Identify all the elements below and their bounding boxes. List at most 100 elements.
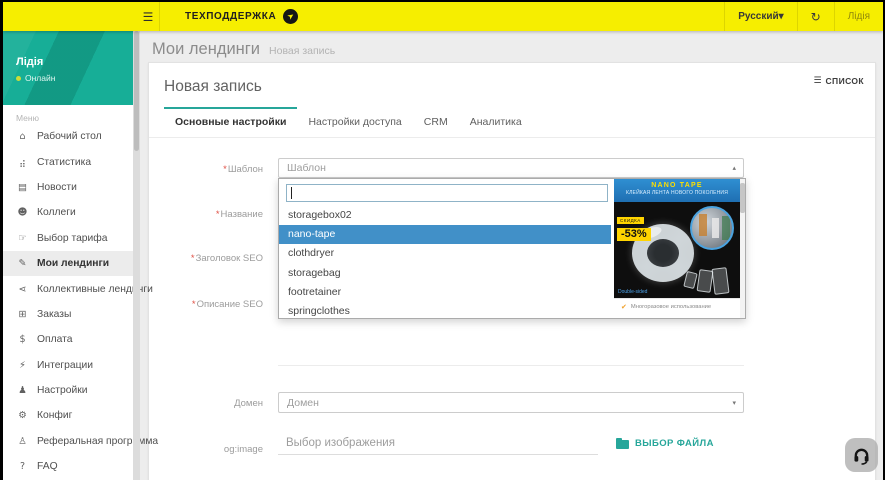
sidebar-item-config[interactable]: ⚙ Конфиг [3, 403, 133, 428]
text-caret [291, 187, 292, 199]
preview-header: NANO TAPE КЛЕЙКАЯ ЛЕНТА НОВОГО ПОКОЛЕНИЯ [614, 179, 740, 202]
sidebar-item-collective-landings[interactable]: ⋖ Коллективные лендинги [3, 276, 153, 301]
tab-crm[interactable]: CRM [413, 107, 459, 137]
sidebar-item-orders[interactable]: ⊞ Заказы [3, 302, 133, 327]
content-area: Мои лендинги Новая запись Новая запись ☰… [140, 31, 883, 480]
template-field-label: *Шаблон [223, 164, 263, 175]
tab-access-settings[interactable]: Настройки доступа [297, 107, 412, 137]
sidebar-item-dashboard[interactable]: ⌂ Рабочий стол [3, 124, 133, 149]
list-icon: ☰ [813, 76, 822, 86]
gear-icon: ⚙ [18, 410, 27, 422]
tab-bar: Основные настройки Настройки доступа CRM… [149, 107, 875, 138]
hamburger-icon: ☰ [142, 9, 154, 24]
page-title: Мои лендинги [152, 40, 261, 58]
top-bar: Русский ▾ ↻ Лідія [3, 2, 883, 31]
support-chat-widget[interactable] [845, 438, 878, 472]
field-underline [278, 365, 744, 366]
template-search-input[interactable] [286, 184, 608, 202]
sidebar-item-news[interactable]: ▤ Новости [3, 175, 133, 200]
preview-feature-text: Многоразовое использование [630, 304, 712, 310]
hand-pointer-icon: ☞ [18, 232, 27, 244]
topbar-username: Лідія [847, 11, 870, 22]
cart-icon: ⊞ [18, 308, 27, 320]
domain-field-label: Домен [234, 398, 263, 409]
topbar-divider [159, 2, 160, 31]
pencil-icon: ✎ [18, 258, 27, 270]
new-record-card: Новая запись ☰ СПИСОК Основные настройки… [148, 62, 876, 480]
refresh-icon: ↻ [810, 9, 821, 24]
sidebar-user-block: Лідія Онлайн [3, 31, 133, 105]
people-icon: ☻ [17, 207, 28, 219]
dashboard-icon: ⌂ [19, 131, 26, 143]
sidebar-item-faq[interactable]: ? FAQ [3, 454, 133, 479]
language-selector[interactable]: Русский ▾ [724, 2, 796, 31]
template-preview-image: NANO TAPE КЛЕЙКАЯ ЛЕНТА НОВОГО ПОКОЛЕНИЯ… [614, 179, 740, 315]
check-icon: ✔ [621, 303, 627, 311]
sidebar-item-colleagues[interactable]: ☻ Коллеги [3, 200, 133, 225]
chevron-down-icon: ▾ [778, 11, 784, 22]
news-icon: ▤ [18, 181, 27, 193]
discount-badge: СКИДКА -53% [617, 209, 651, 241]
template-options-list: storagebox02 nano-tape clothdryer storag… [279, 206, 611, 318]
sidebar: Лідія Онлайн Меню ⌂ Рабочий стол ⣴ Статист… [3, 31, 158, 480]
option-footretainer[interactable]: footretainer [279, 283, 611, 302]
og-image-input[interactable]: Выбор изображения [286, 437, 395, 449]
sidebar-item-integrations[interactable]: ⚡ Интеграции [3, 353, 133, 378]
topbar-user[interactable]: Лідія [833, 2, 883, 31]
option-storagebag[interactable]: storagebag [279, 264, 611, 283]
headset-icon [854, 448, 869, 465]
og-image-input-underline [278, 454, 598, 455]
og-image-field-label: og:image [223, 444, 263, 455]
online-status-label: Онлайн [25, 73, 56, 83]
sidebar-item-my-landings[interactable]: ✎ Мои лендинги [3, 250, 133, 277]
support-button[interactable]: ТЕХПОДДЕРЖКА ➤ [173, 2, 310, 31]
refresh-button[interactable]: ↻ [796, 2, 834, 31]
sidebar-scrollbar[interactable] [133, 31, 140, 480]
seo-description-field-label: *Описание SEO [191, 299, 263, 310]
seo-title-field-label: *Заголовок SEO [190, 253, 263, 264]
menu-section-label: Меню [16, 113, 39, 123]
option-clothdryer[interactable]: clothdryer [279, 244, 611, 263]
sidebar-toggle-button[interactable]: ☰ [137, 2, 159, 31]
choose-file-button[interactable]: ВЫБОР ФАЙЛА [616, 438, 714, 449]
option-nano-tape[interactable]: nano-tape [279, 225, 611, 245]
preview-inset-photo [690, 206, 734, 250]
support-label: ТЕХПОДДЕРЖКА [185, 11, 277, 22]
template-select[interactable]: Шаблон ▴ [278, 158, 744, 178]
domain-select[interactable]: Домен ▾ [278, 392, 744, 413]
sidebar-scrollbar-thumb[interactable] [134, 31, 139, 151]
question-icon: ? [19, 461, 26, 473]
sidebar-item-tariff[interactable]: ☞ Выбор тарифа [3, 226, 133, 251]
dropdown-scrollbar-thumb[interactable] [740, 183, 745, 213]
dollar-icon: $ [19, 334, 26, 346]
option-springclothes[interactable]: springclothes [279, 302, 611, 318]
telegram-icon: ➤ [283, 9, 299, 24]
sidebar-item-statistics[interactable]: ⣴ Статистика [3, 149, 133, 174]
list-button[interactable]: ☰ СПИСОК [813, 76, 864, 86]
person-icon: ♟ [18, 385, 27, 397]
dropdown-scrollbar[interactable] [740, 179, 745, 318]
sidebar-username: Лідія [16, 56, 44, 68]
preview-note: Double-sided [618, 289, 648, 295]
chevron-down-icon: ▾ [732, 398, 736, 407]
template-dropdown-panel: storagebox02 nano-tape clothdryer storag… [278, 178, 746, 319]
tab-main-settings[interactable]: Основные настройки [164, 107, 298, 137]
card-title: Новая запись [164, 78, 262, 95]
option-storagebox02[interactable]: storagebox02 [279, 206, 611, 225]
sidebar-item-settings[interactable]: ♟ Настройки [3, 378, 133, 403]
person-plus-icon: ♙ [18, 435, 27, 447]
tab-analytics[interactable]: Аналитика [459, 107, 533, 137]
breadcrumb-current: Новая запись [269, 45, 336, 57]
template-select-placeholder: Шаблон [287, 162, 326, 174]
preview-photo: СКИДКА -53% Double-sided [614, 202, 740, 298]
app-window: Русский ▾ ↻ Лідія LP-mobi.biz Конструкто… [3, 2, 883, 480]
sidebar-item-payment[interactable]: $ Оплата [3, 327, 133, 352]
language-label: Русский [738, 11, 779, 22]
sidebar-item-referral[interactable]: ♙ Реферальная программа [3, 429, 158, 454]
folder-icon [616, 438, 629, 449]
preview-feature-row: ✔ Многоразовое использование [614, 298, 740, 315]
preview-subtitle: КЛЕЙКАЯ ЛЕНТА НОВОГО ПОКОЛЕНИЯ [625, 190, 729, 196]
sidebar-menu: ⌂ Рабочий стол ⣴ Статистика ▤ Новости ☻ Колл… [3, 124, 158, 479]
online-status-dot [16, 75, 21, 81]
share-icon: ⋖ [18, 283, 27, 295]
